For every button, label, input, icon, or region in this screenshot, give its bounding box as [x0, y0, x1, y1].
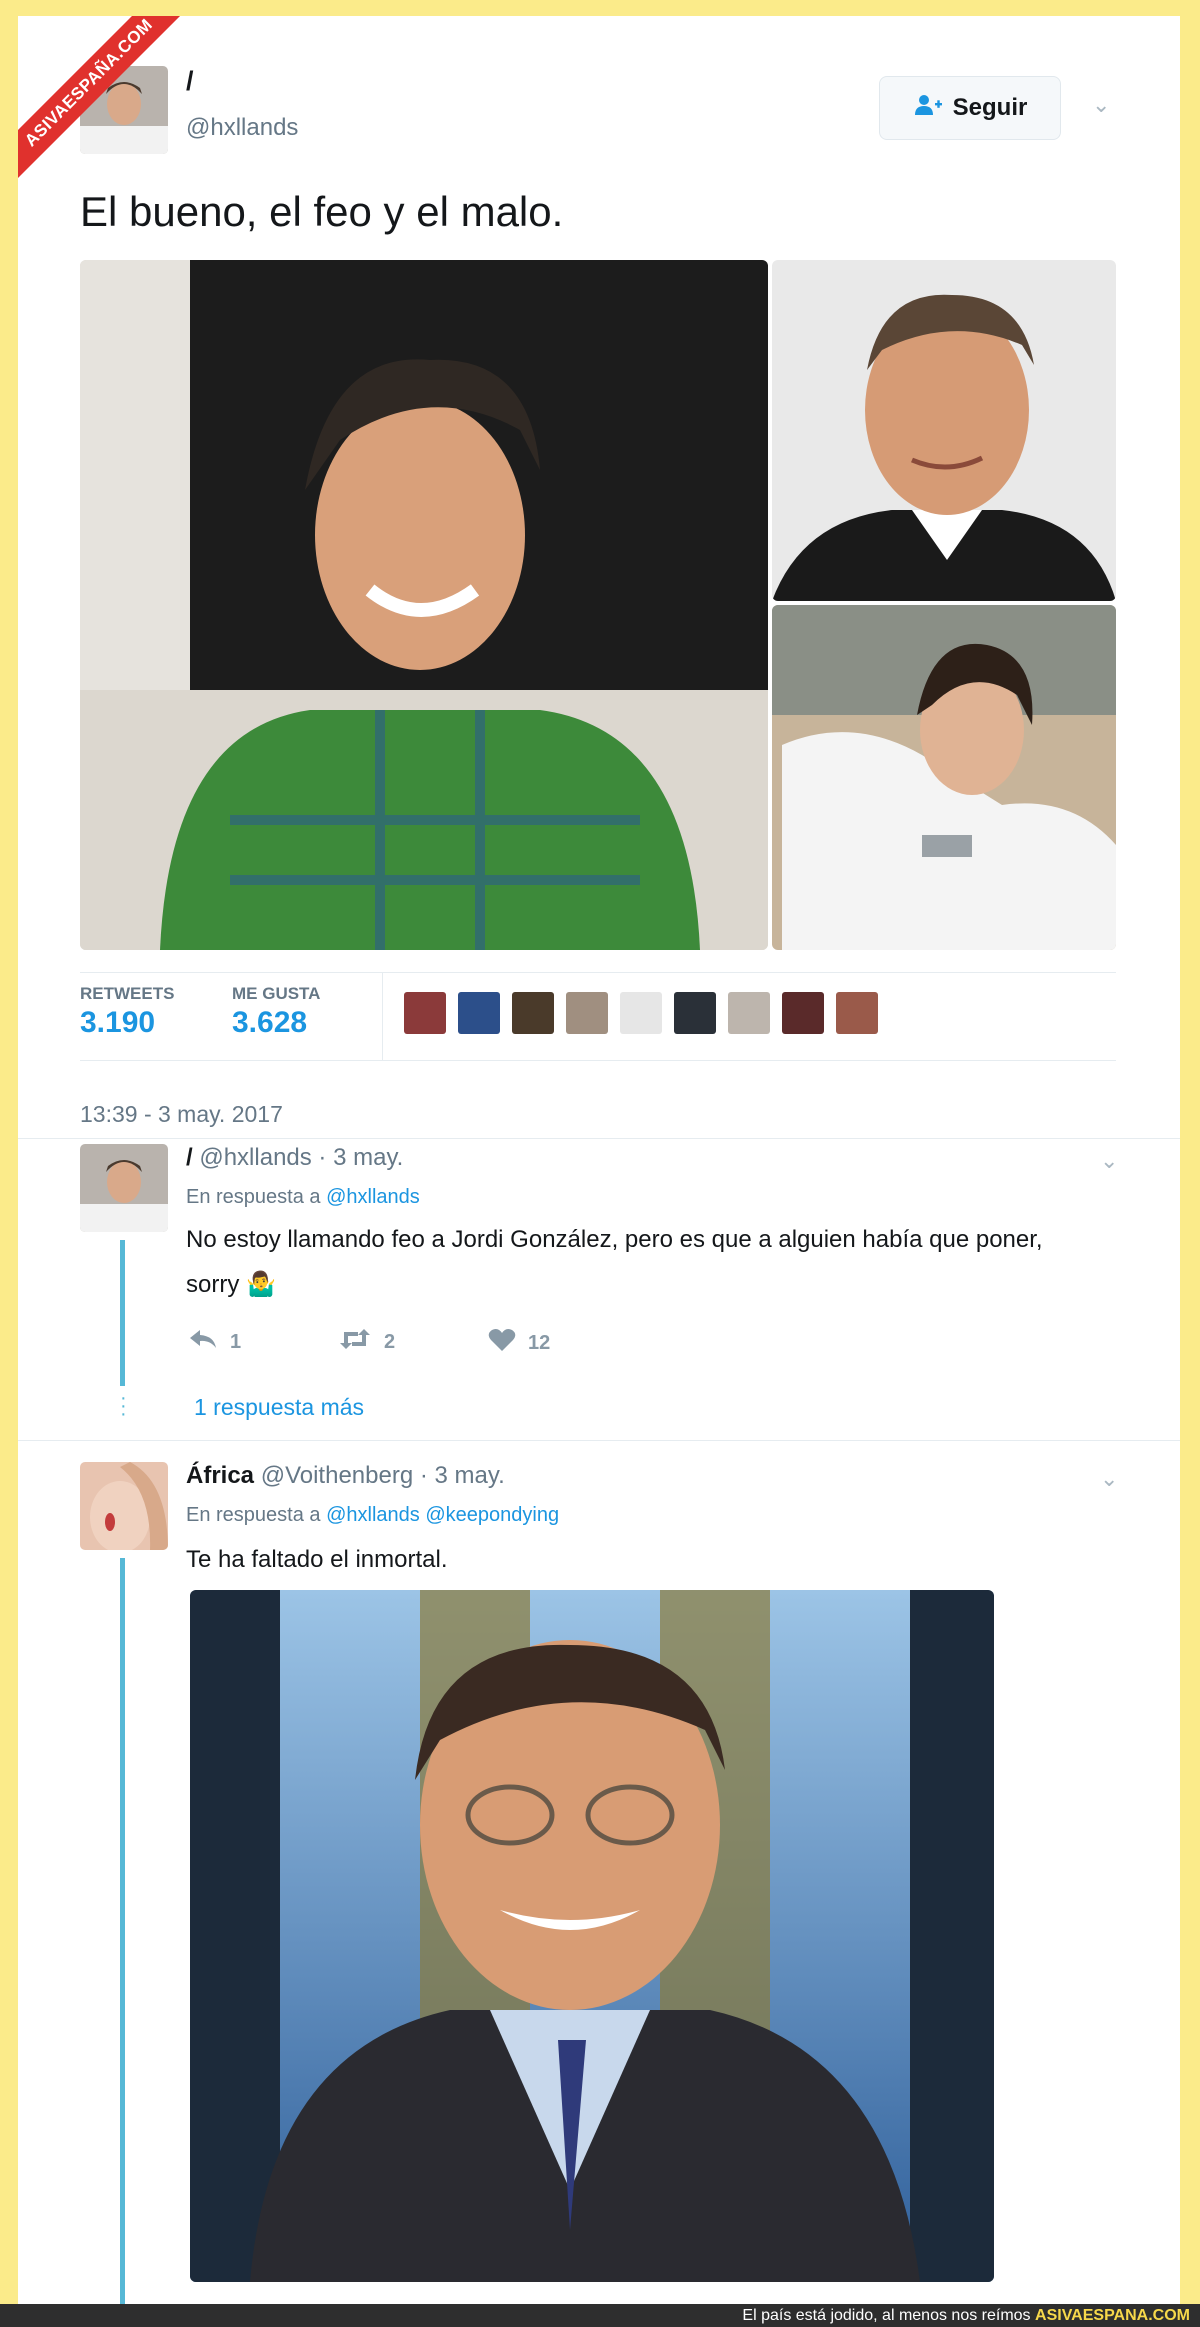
reply-photo[interactable] [190, 1590, 994, 2282]
chevron-down-icon[interactable]: ⌄ [1100, 1466, 1118, 1492]
heart-icon [488, 1328, 516, 1358]
footer-bar: El país está jodido, al menos nos reímos… [0, 2304, 1200, 2327]
follow-button[interactable]: Seguir [879, 76, 1061, 140]
likes-label: ME GUSTA [232, 984, 321, 1003]
tweet-photo-bottom-right[interactable] [772, 605, 1116, 950]
liker-avatar[interactable] [728, 992, 770, 1034]
add-user-icon [913, 94, 943, 123]
liker-avatar[interactable] [512, 992, 554, 1034]
like-action[interactable]: 12 [488, 1328, 550, 1358]
reply-prefix: En respuesta a [186, 1186, 321, 1208]
reply-context: En respuesta a @hxllands [186, 1186, 420, 1209]
footer-text: El país está jodido, al menos nos reímos [742, 2307, 1031, 2324]
reply-header: / @hxllands · 3 may. [186, 1144, 403, 1172]
reply-prefix: En respuesta a [186, 1504, 321, 1526]
author-name[interactable]: / [186, 66, 194, 97]
reply-count: 1 [230, 1330, 242, 1353]
reply-to-link[interactable]: @hxllands [326, 1186, 420, 1208]
stats-separator [382, 972, 383, 1060]
like-count: 12 [528, 1331, 551, 1354]
tweet-photo-top-right[interactable] [772, 260, 1116, 601]
reply-to-links[interactable]: @hxllands @keepondying [326, 1504, 559, 1526]
liker-avatar[interactable] [620, 992, 662, 1034]
retweets-count[interactable]: 3.190 [80, 1006, 155, 1040]
reply-icon [188, 1328, 218, 1356]
more-replies-link[interactable]: 1 respuesta más [194, 1394, 364, 1421]
reply-author-name[interactable]: África [186, 1462, 254, 1489]
liker-avatar[interactable] [836, 992, 878, 1034]
liker-avatar[interactable] [674, 992, 716, 1034]
tweet-text: El bueno, el feo y el malo. [80, 188, 564, 235]
reply-text-line1: No estoy llamando feo a Jordi González, … [186, 1226, 1043, 1253]
divider [80, 972, 1116, 973]
chevron-down-icon[interactable]: ⌄ [1092, 92, 1110, 118]
reply-handle-date[interactable]: @Voithenberg · 3 may. [261, 1462, 505, 1489]
reply-header: África @Voithenberg · 3 may. [186, 1462, 505, 1490]
liker-avatar[interactable] [458, 992, 500, 1034]
thread-line [120, 1558, 125, 2304]
reply-avatar[interactable] [80, 1144, 168, 1232]
retweet-count: 2 [384, 1330, 396, 1353]
retweet-icon [338, 1328, 372, 1356]
author-handle[interactable]: @hxllands [186, 114, 298, 142]
reply-text: Te ha faltado el inmortal. [186, 1546, 448, 1573]
divider [18, 1440, 1180, 1441]
reply-avatar[interactable] [80, 1462, 168, 1550]
liker-avatars [404, 992, 878, 1034]
liker-avatar[interactable] [404, 992, 446, 1034]
divider [80, 1060, 1116, 1061]
screenshot-frame: ASIVAESPAÑA.COM / @hxllands Seguir ⌄ El … [18, 16, 1180, 2304]
tweet-timestamp[interactable]: 13:39 - 3 may. 2017 [80, 1101, 283, 1128]
footer-brand[interactable]: ASIVAESPANA.COM [1035, 2307, 1190, 2324]
follow-label: Seguir [952, 94, 1028, 121]
retweets-label: RETWEETS [80, 984, 175, 1003]
reply-action[interactable]: 1 [188, 1328, 241, 1356]
reply-handle-date[interactable]: @hxllands · 3 may. [199, 1144, 403, 1171]
liker-avatar[interactable] [566, 992, 608, 1034]
thread-line [120, 1240, 125, 1386]
thread-dots: · · · [120, 1387, 127, 1425]
reply-text-line2: sorry 🤷‍♂️ [186, 1271, 276, 1298]
reply-author-name[interactable]: / [186, 1144, 193, 1171]
liker-avatar[interactable] [782, 992, 824, 1034]
chevron-down-icon[interactable]: ⌄ [1100, 1148, 1118, 1174]
likes-count[interactable]: 3.628 [232, 1006, 307, 1040]
retweet-action[interactable]: 2 [338, 1328, 395, 1356]
tweet-photo-main[interactable] [80, 260, 768, 950]
divider [18, 1138, 1180, 1139]
reply-context: En respuesta a @hxllands @keepondying [186, 1504, 559, 1527]
